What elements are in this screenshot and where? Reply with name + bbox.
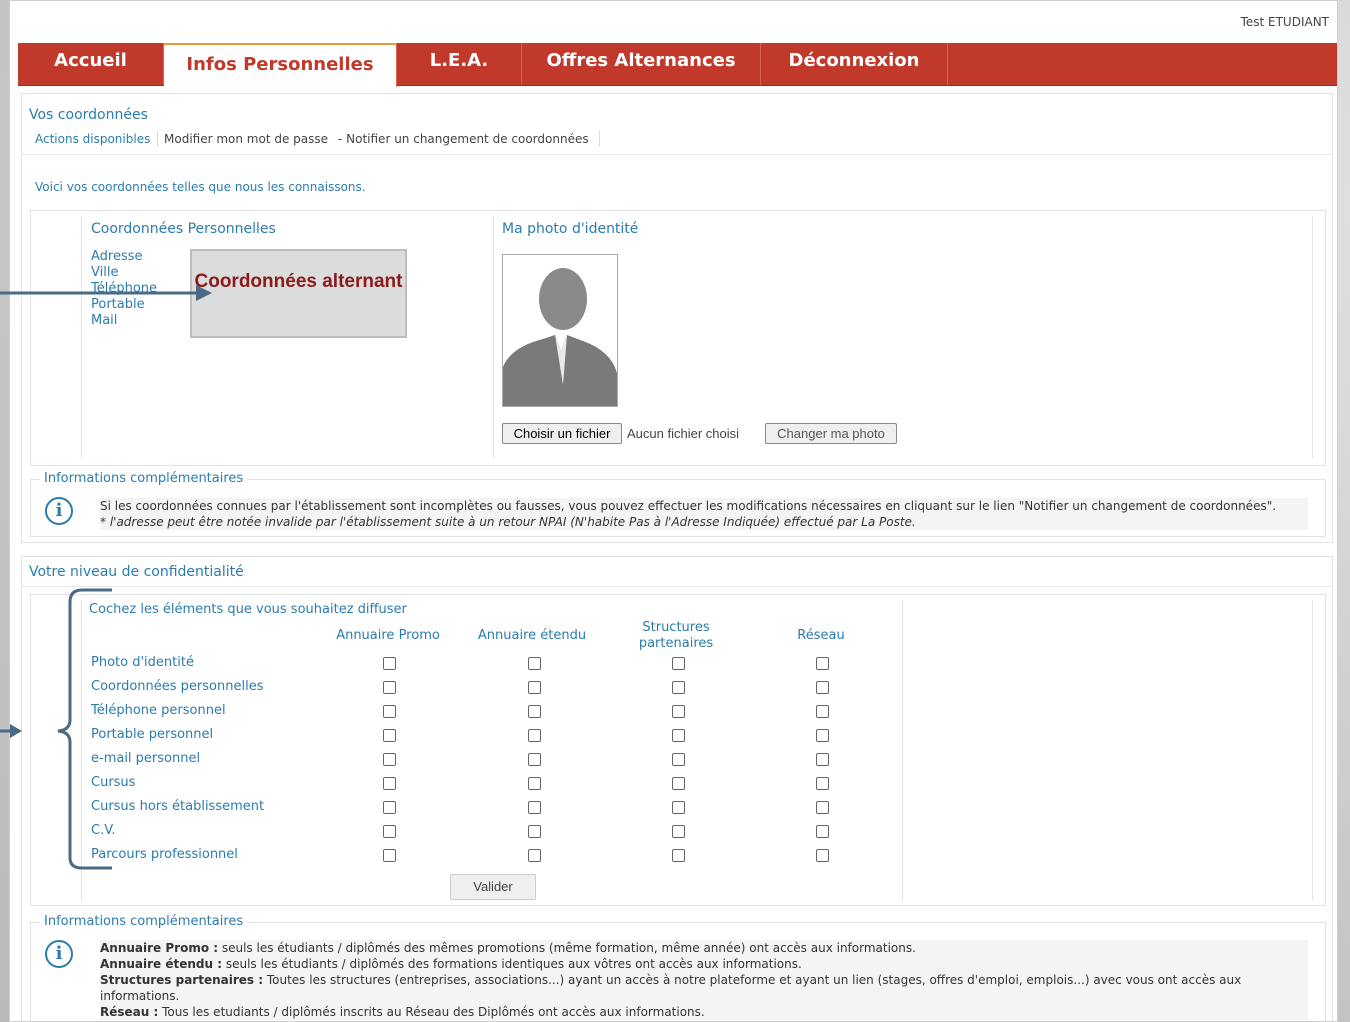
checkbox-annuaire-promo[interactable] [383,801,396,814]
silhouette-icon [503,255,617,406]
checkbox-annuaire-etendu[interactable] [528,729,541,742]
info-annuaire-promo: Annuaire Promo : seuls les étudiants / d… [100,941,916,955]
change-photo-button[interactable]: Changer ma photo [765,423,897,444]
checkbox-annuaire-etendu[interactable] [528,849,541,862]
checkbox-annuaire-etendu[interactable] [528,705,541,718]
checkbox-structures-partenaires[interactable] [672,729,685,742]
user-name: Test ETUDIANT [1240,15,1329,29]
info-structures-partenaires: Structures partenaires : Toutes les stru… [100,973,1242,1003]
photo-frame [502,254,618,407]
annotation-overlay [0,285,212,870]
info-annuaire-etendu: Annuaire étendu : seuls les étudiants / … [100,957,802,971]
checkbox-annuaire-etendu[interactable] [528,825,541,838]
checkbox-structures-partenaires[interactable] [672,849,685,862]
checkbox-structures-partenaires[interactable] [672,801,685,814]
col-structures-partenaires: Structures partenaires [638,620,714,651]
checkbox-annuaire-etendu[interactable] [528,657,541,670]
checkbox-structures-partenaires[interactable] [672,825,685,838]
divider [1312,600,1313,900]
checkbox-reseau[interactable] [816,753,829,766]
info-icon: i [45,940,73,968]
checkbox-annuaire-promo[interactable] [383,849,396,862]
checkbox-annuaire-promo[interactable] [383,681,396,694]
divider [493,216,494,458]
info-line-1: Si les coordonnées connues par l'établis… [100,499,1277,513]
nav-offres-alternances[interactable]: Offres Alternances [522,43,761,85]
checkbox-reseau[interactable] [816,729,829,742]
checkbox-reseau[interactable] [816,777,829,790]
validate-button[interactable]: Valider [450,874,536,900]
nav-deconnexion[interactable]: Déconnexion [761,43,948,85]
col-annuaire-etendu: Annuaire étendu [477,628,587,643]
nav-lea[interactable]: L.E.A. [397,43,522,85]
notify-change-link[interactable]: - Notifier un changement de coordonnées [338,132,589,146]
checkbox-annuaire-promo[interactable] [383,753,396,766]
arrow-icon [0,285,212,301]
brace-icon [0,588,112,870]
divider [1312,216,1313,458]
info-text-1: Si les coordonnées connues par l'établis… [100,498,1308,530]
file-status: Aucun fichier choisi [627,426,739,441]
checkbox-annuaire-promo[interactable] [383,729,396,742]
divider [902,600,903,900]
checkbox-annuaire-etendu[interactable] [528,753,541,766]
checkbox-structures-partenaires[interactable] [672,777,685,790]
checkbox-reseau[interactable] [816,657,829,670]
checkbox-structures-partenaires[interactable] [672,705,685,718]
divider [599,131,600,147]
photo-title: Ma photo d'identité [502,221,639,237]
checkbox-annuaire-etendu[interactable] [528,681,541,694]
checkbox-annuaire-promo[interactable] [383,705,396,718]
choose-file-button[interactable]: Choisir un fichier [502,423,622,444]
info-text-2: Annuaire Promo : seuls les étudiants / d… [100,940,1308,1020]
checkbox-annuaire-etendu[interactable] [528,801,541,814]
checkbox-reseau[interactable] [816,825,829,838]
info-legend-2: Informations complémentaires [40,914,248,929]
col-reseau: Réseau [797,628,845,643]
checkbox-structures-partenaires[interactable] [672,753,685,766]
checkbox-reseau[interactable] [816,705,829,718]
checkbox-reseau[interactable] [816,801,829,814]
col-annuaire-promo: Annuaire Promo [336,628,440,643]
checkbox-reseau[interactable] [816,681,829,694]
checkbox-annuaire-promo[interactable] [383,657,396,670]
checkbox-structures-partenaires[interactable] [672,681,685,694]
info-line-2: * l'adresse peut être notée invalide par… [100,515,916,529]
checkbox-structures-partenaires[interactable] [672,657,685,670]
checkbox-reseau[interactable] [816,849,829,862]
info-reseau: Réseau : Tous les etudiants / diplômés i… [100,1005,705,1019]
checkbox-annuaire-promo[interactable] [383,825,396,838]
checkbox-annuaire-etendu[interactable] [528,777,541,790]
checkbox-annuaire-promo[interactable] [383,777,396,790]
